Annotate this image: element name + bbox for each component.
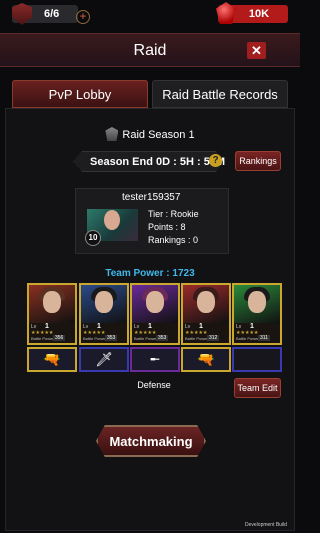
weapon-slot[interactable]: 🗡: [79, 347, 129, 372]
hero-battle-power-label: Battle Power: [185, 336, 208, 341]
hero-battle-power: 353: [156, 335, 169, 341]
add-stamina-button[interactable]: +: [76, 10, 90, 24]
season-end-timer: Season End 0D : 5H : 55M: [90, 156, 226, 168]
hero-stats: Lv 1 ★★★★★ Battle Power 353: [132, 323, 178, 343]
hero-stats: Lv 1 ★★★★★ Battle Power 356: [29, 323, 75, 343]
rankings-button[interactable]: Rankings: [235, 151, 281, 171]
hero-battle-power-label: Battle Power: [83, 336, 106, 341]
pistol-icon: 🔫: [43, 351, 61, 367]
weapon-slot[interactable]: [232, 347, 282, 372]
hero-battle-power-label: Battle Power: [134, 336, 157, 341]
hero-face: [43, 291, 61, 313]
hero-card[interactable]: Lv 1 ★★★★★ Battle Power 356: [27, 283, 77, 345]
season-title: Raid Season 1: [0, 127, 300, 141]
weapon-slot[interactable]: 🔫: [27, 347, 77, 372]
hero-level: 1: [45, 323, 49, 330]
top-status-bar: 6/6 + 10K: [0, 0, 300, 30]
season-emblem-icon: [105, 127, 119, 141]
close-button[interactable]: ✕: [247, 42, 266, 59]
hero-card[interactable]: Lv 1 ★★★★★ Battle Power 312: [181, 283, 231, 345]
hero-stats: Lv 1 ★★★★★ Battle Power 353: [81, 323, 127, 343]
hero-level: 1: [148, 323, 152, 330]
gem-counter[interactable]: 10K: [216, 2, 288, 24]
knife-icon: 🗡: [95, 351, 113, 367]
hero-level: 1: [97, 323, 101, 330]
matchmaking-label[interactable]: Matchmaking: [96, 434, 206, 449]
weapon-slot[interactable]: 🔫: [181, 347, 231, 372]
hero-battle-power: 312: [207, 335, 220, 341]
avatar-face: [104, 210, 120, 230]
hero-battle-power: 356: [53, 335, 66, 341]
hero-battle-power-label: Battle Power: [31, 336, 54, 341]
hero-face: [95, 291, 113, 313]
hero-stats: Lv 1 ★★★★★ Battle Power 312: [183, 323, 229, 343]
player-rankings: Rankings : 0: [148, 235, 199, 245]
team-power: Team Power : 1723: [105, 268, 195, 279]
team-edit-button[interactable]: Team Edit: [234, 378, 281, 398]
raid-header: Raid ✕: [0, 33, 300, 67]
hero-stats: Lv 1 ★★★★★ Battle Power 311: [234, 323, 280, 343]
hero-battle-power: 311: [258, 335, 270, 341]
hero-battle-power-label: Battle Power: [236, 336, 259, 341]
hero-face: [197, 291, 215, 313]
hero-level: 1: [250, 323, 254, 330]
help-icon[interactable]: ?: [209, 154, 222, 167]
stamina-counter: 6/6 +: [12, 3, 90, 25]
hero-card[interactable]: Lv 1 ★★★★★ Battle Power 353: [130, 283, 180, 345]
tab-raid-battle-records[interactable]: Raid Battle Records: [152, 80, 288, 108]
player-points: Points : 8: [148, 222, 186, 232]
hero-level: 1: [199, 323, 203, 330]
tab-pvp-lobby[interactable]: PvP Lobby: [12, 80, 148, 108]
hero-face: [248, 291, 266, 313]
season-title-text: Raid Season 1: [122, 129, 195, 141]
weapon-slot[interactable]: ╾: [130, 347, 180, 372]
player-level-badge: 10: [85, 230, 101, 246]
hero-card[interactable]: Lv 1 ★★★★★ Battle Power 311: [232, 283, 282, 345]
dev-build-label: Development Build: [245, 522, 287, 528]
hero-battle-power: 353: [105, 335, 118, 341]
player-tier: Tier : Rookie: [148, 209, 199, 219]
player-name: tester159357: [122, 192, 181, 203]
hero-card[interactable]: Lv 1 ★★★★★ Battle Power 353: [79, 283, 129, 345]
sniper-rifle-icon: ╾: [150, 351, 160, 367]
shield-icon: [12, 3, 32, 25]
hero-face: [146, 291, 164, 313]
pistol-icon: 🔫: [197, 351, 215, 367]
gem-value: 10K: [248, 8, 270, 20]
stamina-value: 6/6: [44, 8, 60, 20]
